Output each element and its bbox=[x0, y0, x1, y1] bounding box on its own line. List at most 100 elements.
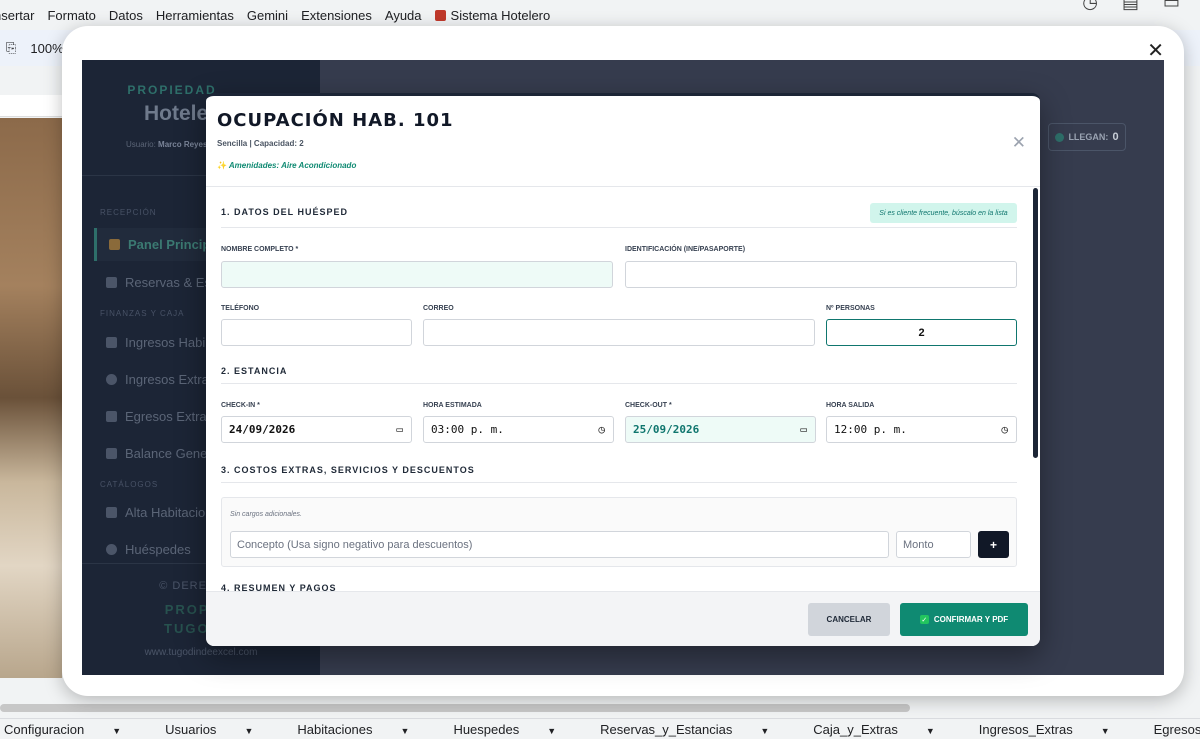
clock-icon[interactable]: ◷ bbox=[1001, 423, 1008, 436]
section-catalogs: CATÁLOGOS bbox=[100, 480, 159, 489]
check-icon: ✓ bbox=[919, 615, 929, 624]
cancel-button[interactable]: CANCELAR bbox=[808, 603, 890, 636]
paint-format-icon[interactable]: ⎘ bbox=[6, 40, 16, 56]
checkin-label: CHECK-IN * bbox=[221, 402, 260, 409]
chart-icon bbox=[106, 448, 117, 459]
modal-body[interactable]: 1. DATOS DEL HUÉSPED Si es cliente frecu… bbox=[206, 187, 1040, 591]
sheet-tab-caja[interactable]: Caja_y_Extras ▼ bbox=[813, 722, 956, 737]
phone-input[interactable] bbox=[221, 319, 412, 346]
id-label: IDENTIFICACIÓN (INE/PASAPORTE) bbox=[625, 246, 746, 253]
menu-sistema-hotelero[interactable]: Sistema Hotelero bbox=[434, 7, 564, 23]
section-finance: FINANZAS Y CAJA bbox=[100, 309, 185, 318]
concept-input[interactable]: Concepto (Usa signo negativo para descue… bbox=[230, 531, 889, 558]
sheet-tab-egresos[interactable]: Egresos▼ bbox=[1154, 722, 1200, 737]
caret-down-icon[interactable]: ▼ bbox=[112, 726, 121, 736]
modal-scrollbar[interactable] bbox=[1033, 188, 1038, 458]
menu-extensiones[interactable]: Extensiones bbox=[301, 8, 372, 23]
arrivals-label: LLEGAN: bbox=[1068, 132, 1109, 142]
section-summary-title: 4. RESUMEN Y PAGOS bbox=[221, 583, 337, 591]
sidebar-item-label: Huéspedes bbox=[125, 542, 191, 557]
caret-down-icon[interactable]: ▼ bbox=[401, 726, 410, 736]
menu-datos[interactable]: Datos bbox=[109, 8, 143, 23]
chart-down-icon bbox=[106, 411, 117, 422]
menu-formato[interactable]: Formato bbox=[47, 8, 95, 23]
sheet-tab-label: Habitaciones bbox=[297, 721, 373, 737]
history-icon[interactable]: ◷ bbox=[1082, 0, 1098, 13]
close-icon[interactable]: ✕ bbox=[1012, 133, 1026, 153]
sidebar-item-label: Alta Habitacio bbox=[125, 505, 206, 520]
section-guest-title: 1. DATOS DEL HUÉSPED bbox=[221, 207, 349, 217]
sheet-tab-label: Reservas_y_Estancias bbox=[600, 721, 733, 737]
divider bbox=[221, 383, 1017, 384]
id-input[interactable] bbox=[625, 261, 1017, 288]
sheet-tab-label: Ingresos_Extras bbox=[978, 721, 1073, 737]
comments-icon[interactable]: ▤ bbox=[1122, 0, 1139, 13]
sheet-tab-habitaciones[interactable]: Habitaciones ▼ bbox=[297, 722, 431, 737]
modal-title: OCUPACIÓN HAB. 101 bbox=[217, 110, 454, 131]
sheet-tab-usuarios[interactable]: Usuarios ▼ bbox=[165, 722, 275, 737]
users-icon bbox=[106, 544, 117, 555]
calendar-icon[interactable]: ▭ bbox=[396, 423, 403, 436]
menu-insertar[interactable]: nsertar bbox=[0, 8, 34, 23]
departure-time-input[interactable]: 12:00 p. m. ◷ bbox=[826, 416, 1017, 443]
footer-site[interactable]: www.tugodindeexcel.com bbox=[82, 647, 320, 658]
zoom-level[interactable]: 100% bbox=[30, 41, 63, 56]
sheet-tab-label: Egresos bbox=[1153, 721, 1200, 737]
sheet-grid bbox=[0, 95, 62, 117]
sheet-tab-label: Configuracion bbox=[4, 721, 85, 737]
checkout-label: CHECK-OUT * bbox=[625, 402, 672, 409]
menu-herramientas[interactable]: Herramientas bbox=[156, 8, 234, 23]
sheet-tab-configuracion[interactable]: Configuracion ▼ bbox=[4, 722, 143, 737]
status-dot-icon bbox=[1055, 132, 1065, 142]
caret-down-icon[interactable]: ▼ bbox=[244, 726, 253, 736]
bed-icon bbox=[106, 507, 117, 518]
sheet-tab-reservas[interactable]: Reservas_y_Estancias ▼ bbox=[600, 722, 791, 737]
clock-icon[interactable]: ◷ bbox=[598, 423, 605, 436]
departure-time-value: 12:00 p. m. bbox=[834, 423, 907, 436]
persons-input[interactable]: 2 bbox=[826, 319, 1017, 346]
hotel-name: Hotele bbox=[144, 102, 209, 125]
meet-icon[interactable]: ▭ bbox=[1163, 0, 1180, 13]
caret-down-icon[interactable]: ▼ bbox=[547, 726, 556, 736]
persons-label: Nº PERSONAS bbox=[826, 305, 875, 312]
departure-time-label: HORA SALIDA bbox=[826, 402, 875, 409]
frequent-guest-hint: Si es cliente frecuente, búscalo en la l… bbox=[870, 203, 1017, 223]
horizontal-scrollbar[interactable] bbox=[0, 704, 910, 712]
add-charge-button[interactable]: + bbox=[978, 531, 1009, 558]
sheet-tab-label: Caja_y_Extras bbox=[813, 721, 898, 737]
sheet-tab-ingresos-extras[interactable]: Ingresos_Extras ▼ bbox=[979, 722, 1132, 737]
caret-down-icon[interactable]: ▼ bbox=[760, 726, 769, 736]
confirm-pdf-button[interactable]: ✓ CONFIRMAR Y PDF bbox=[900, 603, 1028, 636]
sheet-tabs: Configuracion ▼ Usuarios ▼ Habitaciones ▼ H… bbox=[0, 718, 1200, 739]
sidebar-item-label: Balance Gener bbox=[125, 446, 212, 461]
sidebar-item-label: Ingresos Habi bbox=[125, 335, 206, 350]
section-extras-title: 3. COSTOS EXTRAS, SERVICIOS Y DESCUENTOS bbox=[221, 465, 475, 475]
user-name: Marco Reyes bbox=[158, 140, 208, 149]
amount-input[interactable]: Monto bbox=[896, 531, 971, 558]
caret-down-icon[interactable]: ▼ bbox=[1101, 726, 1110, 736]
section-stay-title: 2. ESTANCIA bbox=[221, 366, 288, 376]
menu-ayuda[interactable]: Ayuda bbox=[385, 8, 422, 23]
checkin-input[interactable]: 24/09/2026 ▭ bbox=[221, 416, 412, 443]
name-input[interactable] bbox=[221, 261, 613, 288]
user-info: Usuario: Marco Reyes bbox=[126, 140, 207, 149]
email-label: CORREO bbox=[423, 305, 454, 312]
name-label: NOMBRE COMPLETO * bbox=[221, 246, 299, 253]
extras-panel: Sin cargos adicionales. Concepto (Usa si… bbox=[221, 497, 1017, 567]
calendar-icon bbox=[106, 277, 117, 288]
menu-sistema-hotelero-label: Sistema Hotelero bbox=[450, 7, 551, 23]
calendar-icon[interactable]: ▭ bbox=[800, 423, 807, 436]
sidebar-item-label: Egresos Extra bbox=[125, 409, 207, 424]
arrival-time-input[interactable]: 03:00 p. m. ◷ bbox=[423, 416, 614, 443]
moneybag-icon bbox=[106, 374, 117, 385]
sheet-background-photo bbox=[0, 118, 62, 678]
sheet-tab-huespedes[interactable]: Huespedes ▼ bbox=[453, 722, 578, 737]
caret-down-icon[interactable]: ▼ bbox=[926, 726, 935, 736]
email-input[interactable] bbox=[423, 319, 815, 346]
menu-gemini[interactable]: Gemini bbox=[247, 8, 288, 23]
divider bbox=[221, 227, 1017, 228]
section-reception: RECEPCIÓN bbox=[100, 208, 157, 217]
checkout-input[interactable]: 25/09/2026 ▭ bbox=[625, 416, 816, 443]
amenities-text: Amenidades: Aire Acondicionado bbox=[228, 161, 357, 170]
arrivals-value: 0 bbox=[1112, 131, 1119, 143]
